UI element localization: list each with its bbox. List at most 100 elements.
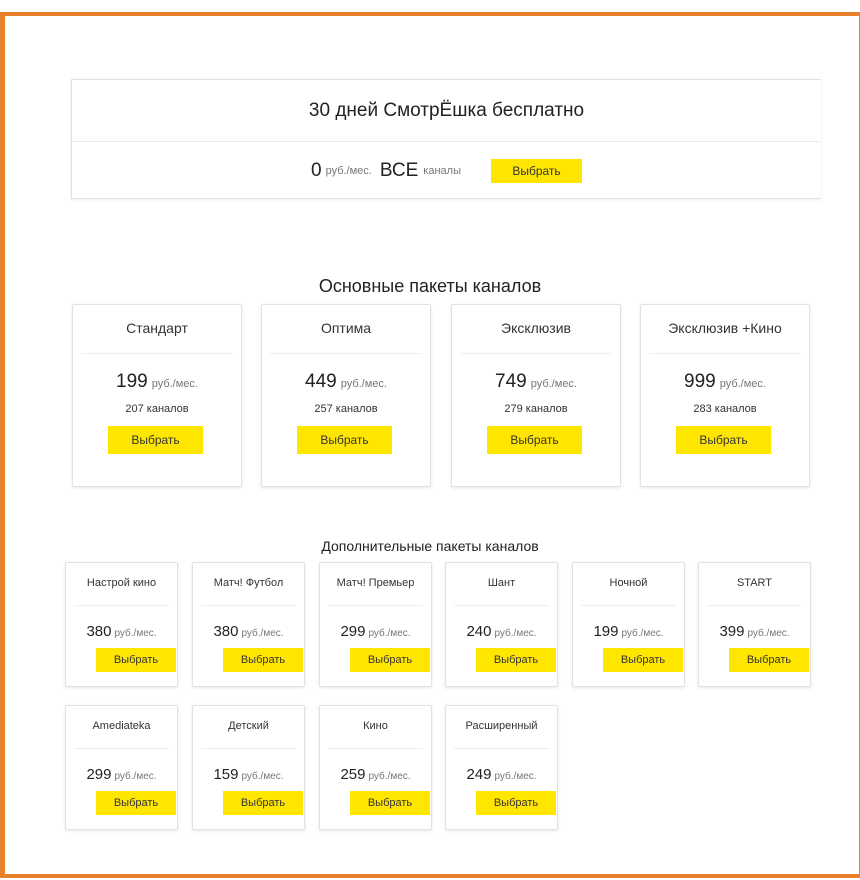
package-price: 199 руб./мес. <box>573 623 684 640</box>
package-price: 380 руб./мес. <box>66 623 177 640</box>
price-unit: руб./мес. <box>368 771 411 782</box>
extra-package-card: Матч! Премьер 299 руб./мес. Выбрать <box>319 562 432 687</box>
price-value: 749 <box>495 371 527 392</box>
select-button[interactable]: Выбрать <box>476 648 556 672</box>
price-value: 380 <box>213 623 239 640</box>
free-trial-box: 30 дней СмотрЁшка бесплатно 0 руб./мес. … <box>71 79 821 199</box>
free-trial-select-button[interactable]: Выбрать <box>491 159 582 183</box>
card-divider <box>201 605 296 606</box>
select-button[interactable]: Выбрать <box>476 791 556 815</box>
package-name: START <box>736 577 773 589</box>
main-package-card-optima: Оптима 449 руб./мес. 257 каналов Выбрать <box>261 304 431 487</box>
card-divider <box>707 605 802 606</box>
package-price: 240 руб./мес. <box>446 623 557 640</box>
price-unit: руб./мес. <box>241 771 284 782</box>
select-button[interactable]: Выбрать <box>223 791 303 815</box>
price-unit: руб./мес. <box>719 378 766 390</box>
package-price: 299 руб./мес. <box>66 766 177 783</box>
select-button[interactable]: Выбрать <box>297 426 392 454</box>
package-name: Матч! Премьер <box>336 577 415 589</box>
card-divider <box>454 748 549 749</box>
select-button[interactable]: Выбрать <box>350 791 430 815</box>
card-divider <box>201 748 296 749</box>
price-unit: руб./мес. <box>494 628 537 639</box>
main-packages-title: Основные пакеты каналов <box>318 276 542 296</box>
channel-count: 207 каналов <box>125 403 189 415</box>
extra-package-card: START 399 руб./мес. Выбрать <box>698 562 811 687</box>
select-button[interactable]: Выбрать <box>729 648 809 672</box>
price-value: 199 <box>593 623 619 640</box>
package-price: 449 руб./мес. <box>262 371 430 393</box>
channel-count: 279 каналов <box>504 403 568 415</box>
select-button[interactable]: Выбрать <box>676 426 771 454</box>
package-name: Расширенный <box>465 720 538 732</box>
card-divider <box>74 748 169 749</box>
price-unit: руб./мес. <box>241 628 284 639</box>
price-unit: руб./мес. <box>340 378 387 390</box>
package-name: Кино <box>363 720 388 732</box>
price-value: 999 <box>684 371 716 392</box>
main-package-card-exclusive: Эксклюзив 749 руб./мес. 279 каналов Выбра… <box>451 304 621 487</box>
extra-package-card: Расширенный 249 руб./мес. Выбрать <box>445 705 558 830</box>
package-price: 259 руб./мес. <box>320 766 431 783</box>
package-price: 380 руб./мес. <box>193 623 304 640</box>
price-value: 449 <box>305 371 337 392</box>
package-name: Стандарт <box>126 320 188 336</box>
card-divider <box>270 353 422 354</box>
free-trial-title: 30 дней СмотрЁшка бесплатно <box>72 80 821 142</box>
package-name: Настрой кино <box>86 577 157 589</box>
price-unit: руб./мес. <box>114 771 157 782</box>
card-divider <box>649 353 801 354</box>
package-name: Эксклюзив <box>501 320 571 336</box>
card-divider <box>81 353 233 354</box>
channel-count: 283 каналов <box>693 403 757 415</box>
package-price: 399 руб./мес. <box>699 623 810 640</box>
package-price: 299 руб./мес. <box>320 623 431 640</box>
price-unit: руб./мес. <box>151 378 198 390</box>
package-name: Детский <box>228 720 269 732</box>
select-button[interactable]: Выбрать <box>108 426 203 454</box>
price-value: 299 <box>340 623 366 640</box>
free-trial-channels-label: каналы <box>423 165 461 177</box>
extra-packages-title: Дополнительные пакеты каналов <box>321 538 539 554</box>
channel-count: 257 каналов <box>314 403 378 415</box>
extra-package-card: Настрой кино 380 руб./мес. Выбрать <box>65 562 178 687</box>
package-name: Amediateka <box>92 720 151 732</box>
price-unit: руб./мес. <box>494 771 537 782</box>
price-value: 240 <box>466 623 492 640</box>
extra-package-card: Ночной 199 руб./мес. Выбрать <box>572 562 685 687</box>
select-button[interactable]: Выбрать <box>350 648 430 672</box>
package-name: Матч! Футбол <box>213 577 284 589</box>
price-value: 299 <box>86 766 112 783</box>
extra-package-card: Матч! Футбол 380 руб./мес. Выбрать <box>192 562 305 687</box>
select-button[interactable]: Выбрать <box>96 648 176 672</box>
free-trial-unit: руб./мес. <box>325 165 372 177</box>
price-unit: руб./мес. <box>368 628 411 639</box>
select-button[interactable]: Выбрать <box>603 648 683 672</box>
main-package-card-standard: Стандарт 199 руб./мес. 207 каналов Выбрат… <box>72 304 242 487</box>
package-price: 249 руб./мес. <box>446 766 557 783</box>
package-price: 199 руб./мес. <box>73 371 241 393</box>
package-price: 749 руб./мес. <box>452 371 620 393</box>
select-button[interactable]: Выбрать <box>223 648 303 672</box>
card-divider <box>460 353 612 354</box>
package-name: Шант <box>487 577 516 589</box>
package-name: Эксклюзив +Кино <box>668 320 782 336</box>
price-value: 399 <box>719 623 745 640</box>
extra-package-card: Детский 159 руб./мес. Выбрать <box>192 705 305 830</box>
price-value: 259 <box>340 766 366 783</box>
card-divider <box>328 748 423 749</box>
card-divider <box>74 605 169 606</box>
select-button[interactable]: Выбрать <box>96 791 176 815</box>
extra-package-card: Amediateka 299 руб./мес. Выбрать <box>65 705 178 830</box>
select-button[interactable]: Выбрать <box>487 426 582 454</box>
price-value: 199 <box>116 371 148 392</box>
extra-package-card: Шант 240 руб./мес. Выбрать <box>445 562 558 687</box>
price-unit: руб./мес. <box>621 628 664 639</box>
price-unit: руб./мес. <box>114 628 157 639</box>
extra-package-card: Кино 259 руб./мес. Выбрать <box>319 705 432 830</box>
free-trial-offer: 0 руб./мес. ВСЕ каналы Выбрать <box>72 142 821 200</box>
package-price: 999 руб./мес. <box>641 371 809 393</box>
card-divider <box>328 605 423 606</box>
package-name: Оптима <box>320 320 372 336</box>
